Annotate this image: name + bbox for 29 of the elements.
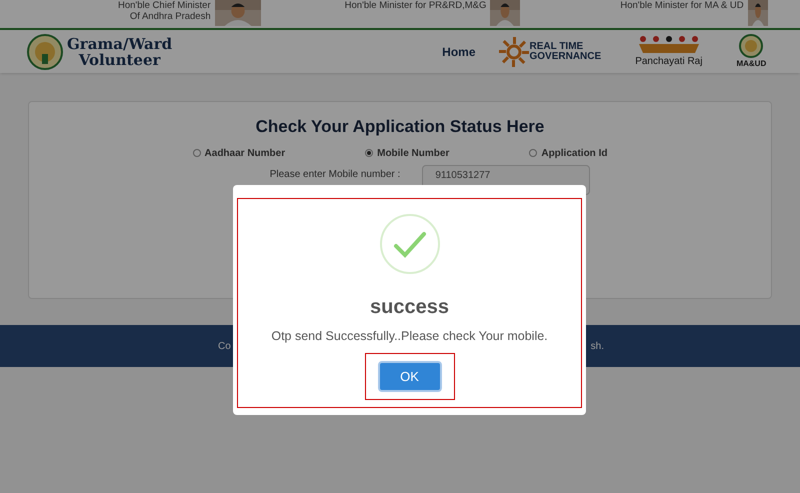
radio-option[interactable]: Application Id — [529, 146, 608, 160]
logo-text: GOVERNANCE — [530, 52, 602, 62]
radio-option[interactable]: Mobile Number — [365, 146, 450, 160]
home-link[interactable]: Home — [442, 42, 476, 60]
minister-caption: Of Andhra Pradesh — [130, 11, 211, 22]
radio-icon[interactable] — [529, 149, 538, 157]
logo-text: Panchayati Raj — [635, 55, 702, 69]
dialog-message: Otp send Successfully..Please check Your mobile. — [271, 328, 548, 345]
logo-text: Volunteer — [78, 52, 160, 68]
emblem-icon — [739, 34, 764, 58]
emblem-icon — [27, 34, 63, 70]
minister-caption: Hon'ble Minister for PR&RD,M&G — [344, 0, 486, 11]
radio-icon[interactable] — [192, 149, 201, 157]
logo-text: MA&UD — [736, 58, 766, 70]
form-title: Check Your Application Status Here — [256, 116, 544, 138]
sun-logo-icon — [498, 36, 530, 68]
footer-text: Co — [218, 340, 231, 354]
radio-option[interactable]: Aadhaar Number — [192, 146, 286, 160]
minister-caption: Hon'ble Chief Minister — [118, 0, 211, 11]
footer-text: sh. — [590, 340, 604, 354]
logo-text: REAL TIME — [530, 42, 584, 52]
check-icon — [378, 213, 440, 275]
ok-button[interactable]: OK — [378, 360, 442, 392]
minister-caption: Hon'ble Minister for MA & UD — [620, 0, 744, 11]
logo-text: Grama/Ward — [67, 36, 172, 52]
radio-icon[interactable] — [365, 149, 374, 157]
dialog-title: success — [370, 295, 449, 319]
people-logo-icon — [636, 34, 701, 54]
field-label: Please enter Mobile number : — [270, 168, 400, 182]
